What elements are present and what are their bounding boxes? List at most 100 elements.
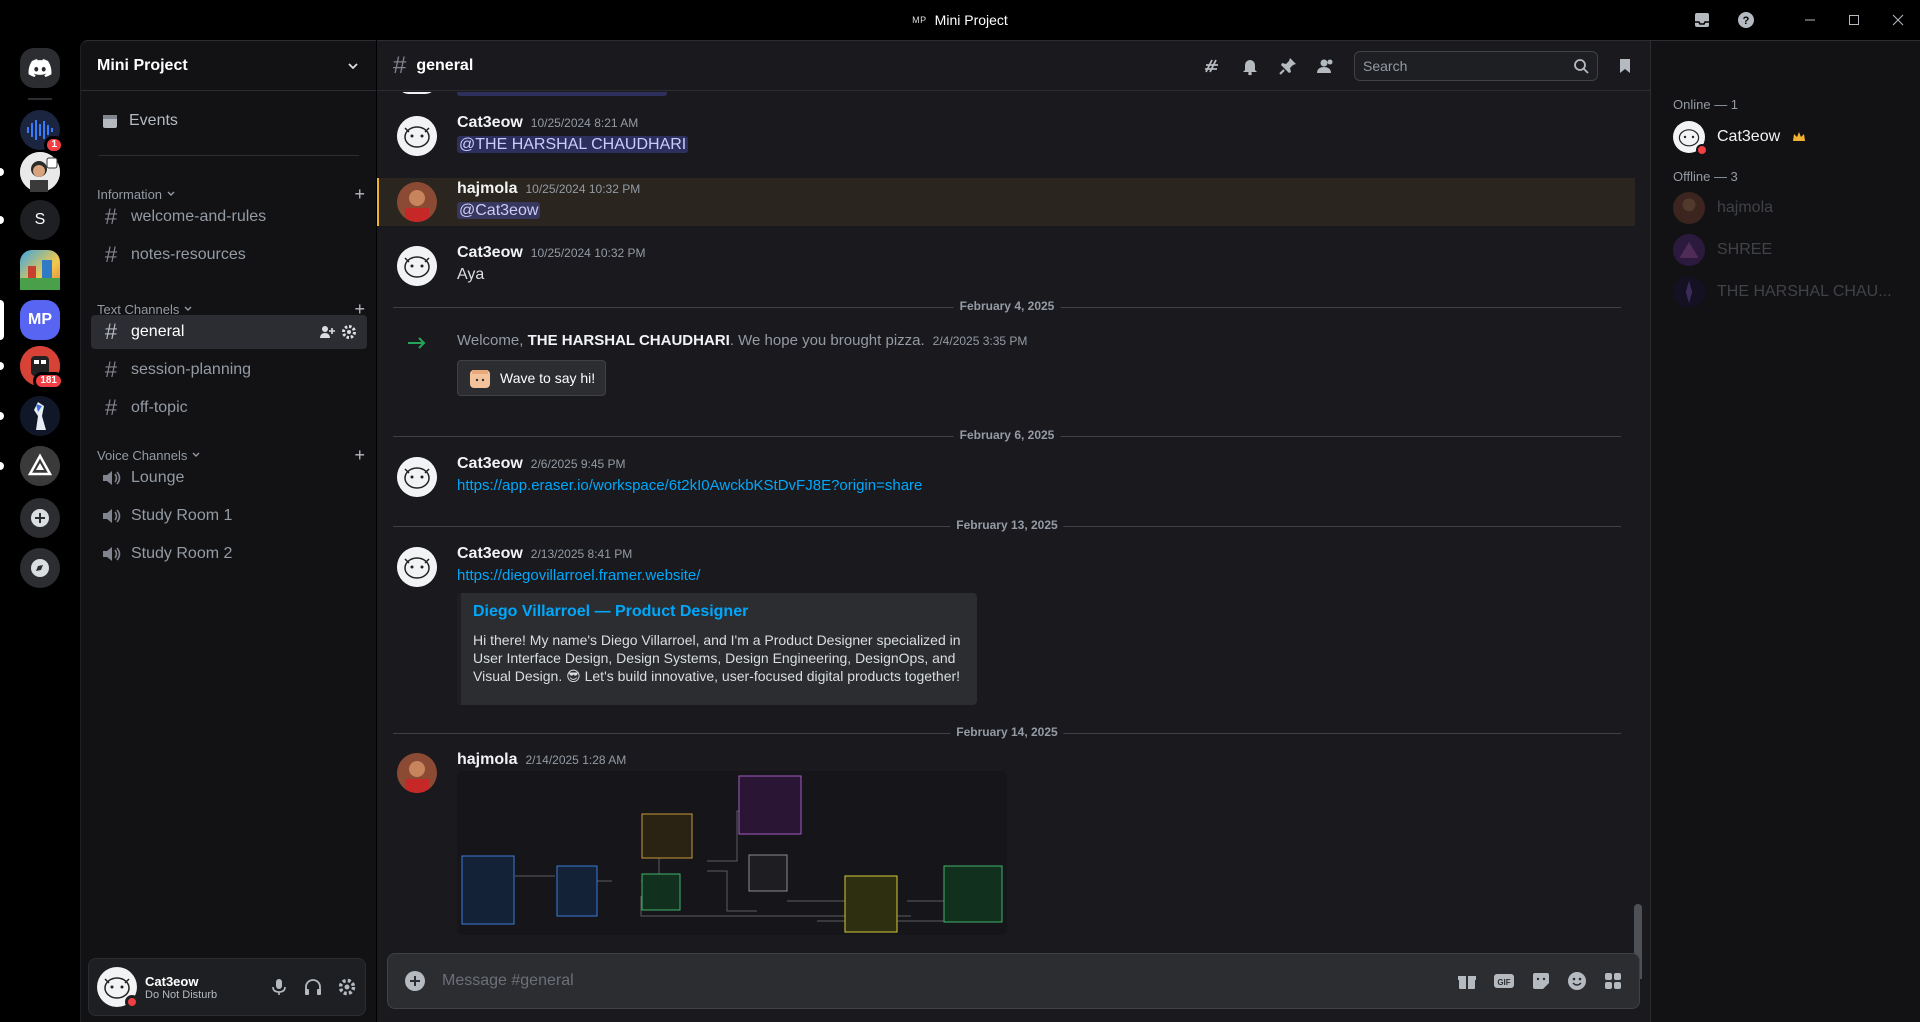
threads-icon[interactable]: [1202, 56, 1222, 76]
add-attachment-icon[interactable]: [404, 970, 426, 992]
server-game-icon[interactable]: [20, 250, 60, 290]
message-timestamp: 2/13/2025 8:41 PM: [530, 547, 633, 561]
message-link[interactable]: https://app.eraser.io/workspace/6t2kI0Aw…: [457, 477, 922, 494]
hash-icon: #: [104, 357, 118, 382]
message-author[interactable]: Cat3eow: [457, 114, 523, 132]
message-list: Cat3eow 10/25/2024 8:21 AM @THE HARSHAL C…: [377, 92, 1650, 979]
discord-home-icon[interactable]: [20, 48, 60, 88]
server-s-icon[interactable]: S: [20, 200, 60, 240]
guild-header[interactable]: Mini Project: [81, 41, 376, 91]
date-divider: February 6, 2025: [393, 428, 1621, 442]
invite-icon[interactable]: [319, 324, 335, 340]
member-item[interactable]: SHREE: [1673, 230, 1913, 270]
member-group-online: Online — 1: [1673, 97, 1739, 112]
message-author[interactable]: Cat3eow: [457, 455, 523, 473]
voice-channel-study-room-1[interactable]: Study Room 1: [91, 499, 367, 533]
message-composer[interactable]: Message #general GIF: [387, 953, 1640, 1009]
avatar[interactable]: [397, 547, 437, 587]
minimize-icon[interactable]: [1788, 0, 1832, 40]
server-voice-icon[interactable]: 1: [20, 110, 64, 154]
system-user-name[interactable]: THE HARSHAL CHAUDHARI: [528, 332, 730, 349]
member-list: Online — 1 Cat3eow Offline — 3 hajmola S…: [1650, 40, 1920, 1022]
server-mp-icon[interactable]: MP: [20, 300, 60, 340]
server-rail: 1 S MP 181: [0, 40, 80, 1022]
gear-icon[interactable]: [337, 977, 357, 997]
server-avatar-icon[interactable]: [20, 152, 60, 192]
member-name: THE HARSHAL CHAU...: [1717, 283, 1892, 300]
link-embed: Diego Villarroel — Product Designer Hi t…: [457, 593, 977, 705]
avatar[interactable]: [397, 457, 437, 497]
microphone-icon[interactable]: [269, 977, 289, 997]
speaker-icon: [103, 471, 121, 485]
message-text: Aya: [457, 266, 485, 283]
user-mention[interactable]: @THE HARSHAL CHAUDHARI: [457, 136, 689, 153]
avatar[interactable]: [97, 967, 139, 1009]
channel-label: Lounge: [131, 469, 185, 486]
apps-icon[interactable]: [1603, 971, 1623, 991]
message-author[interactable]: Cat3eow: [457, 545, 523, 563]
message-author[interactable]: Cat3eow: [457, 244, 523, 262]
wave-button[interactable]: Wave to say hi!: [457, 360, 607, 396]
gif-icon[interactable]: GIF: [1493, 971, 1515, 991]
gift-icon[interactable]: [1457, 971, 1477, 991]
member-name: hajmola: [1717, 199, 1774, 216]
avatar[interactable]: [397, 753, 437, 793]
events-label: Events: [129, 112, 178, 129]
channel-welcome-and-rules[interactable]: # welcome-and-rules: [91, 200, 367, 234]
sticker-icon[interactable]: [1531, 971, 1551, 991]
channel-label: session-planning: [131, 361, 252, 378]
server-s-label: S: [34, 211, 46, 228]
member-item[interactable]: THE HARSHAL CHAU...: [1673, 272, 1913, 312]
chevron-down-icon: [192, 452, 200, 457]
bookmark-icon[interactable]: [1616, 57, 1634, 75]
title-bar: MP Mini Project ?: [0, 0, 1920, 40]
avatar[interactable]: [397, 182, 437, 222]
hash-icon: #: [104, 204, 118, 229]
channel-session-planning[interactable]: # session-planning: [91, 353, 367, 387]
voice-channel-lounge[interactable]: Lounge: [91, 461, 367, 495]
message-author[interactable]: hajmola: [457, 751, 517, 769]
members-icon[interactable]: [1316, 56, 1336, 76]
embed-title[interactable]: Diego Villarroel — Product Designer: [473, 603, 965, 621]
events-item[interactable]: Events: [91, 103, 367, 139]
discover-icon[interactable]: [20, 548, 60, 588]
search-icon: [1574, 58, 1589, 74]
headphones-icon[interactable]: [303, 977, 323, 997]
maximize-icon[interactable]: [1832, 0, 1876, 40]
add-server-icon[interactable]: [20, 498, 60, 538]
wave-sticker-icon: [470, 370, 490, 388]
avatar[interactable]: [397, 246, 437, 286]
join-arrow-icon: [408, 337, 426, 349]
member-item[interactable]: hajmola: [1673, 188, 1913, 228]
chat-header: # general Search: [377, 41, 1650, 91]
search-input[interactable]: Search: [1354, 50, 1598, 81]
channel-general[interactable]: # general: [91, 315, 367, 349]
user-mention[interactable]: @Cat3eow: [457, 202, 541, 219]
image-attachment[interactable]: [457, 771, 1007, 935]
avatar: [1673, 192, 1705, 224]
voice-channel-study-room-2[interactable]: Study Room 2: [91, 537, 367, 571]
gear-icon[interactable]: [341, 324, 357, 340]
server-triangle-icon[interactable]: [20, 446, 60, 486]
chevron-down-icon: [184, 306, 192, 311]
calendar-icon: [103, 115, 117, 128]
bell-icon[interactable]: [1240, 56, 1260, 76]
server-anime-icon[interactable]: [20, 396, 60, 436]
channel-label: Study Room 2: [131, 545, 233, 562]
server-red-icon[interactable]: 181: [20, 346, 64, 390]
pin-icon[interactable]: [1278, 56, 1298, 76]
message-link[interactable]: https://diegovillarroel.framer.website/: [457, 567, 700, 584]
emoji-icon[interactable]: [1567, 971, 1587, 991]
member-item[interactable]: Cat3eow: [1673, 117, 1913, 157]
channel-notes-resources[interactable]: # notes-resources: [91, 238, 367, 272]
channel-sidebar: Mini Project Events Information + # welco…: [80, 40, 376, 1022]
message-timestamp: 10/25/2024 8:21 AM: [530, 116, 639, 130]
channel-off-topic[interactable]: # off-topic: [91, 391, 367, 425]
message-author[interactable]: hajmola: [457, 180, 517, 198]
crown-icon: [1793, 132, 1806, 141]
avatar[interactable]: [397, 116, 437, 156]
close-icon[interactable]: [1876, 0, 1920, 40]
date-divider-label: February 14, 2025: [950, 725, 1064, 739]
help-icon[interactable]: ?: [1724, 0, 1768, 40]
inbox-icon[interactable]: [1680, 0, 1724, 40]
